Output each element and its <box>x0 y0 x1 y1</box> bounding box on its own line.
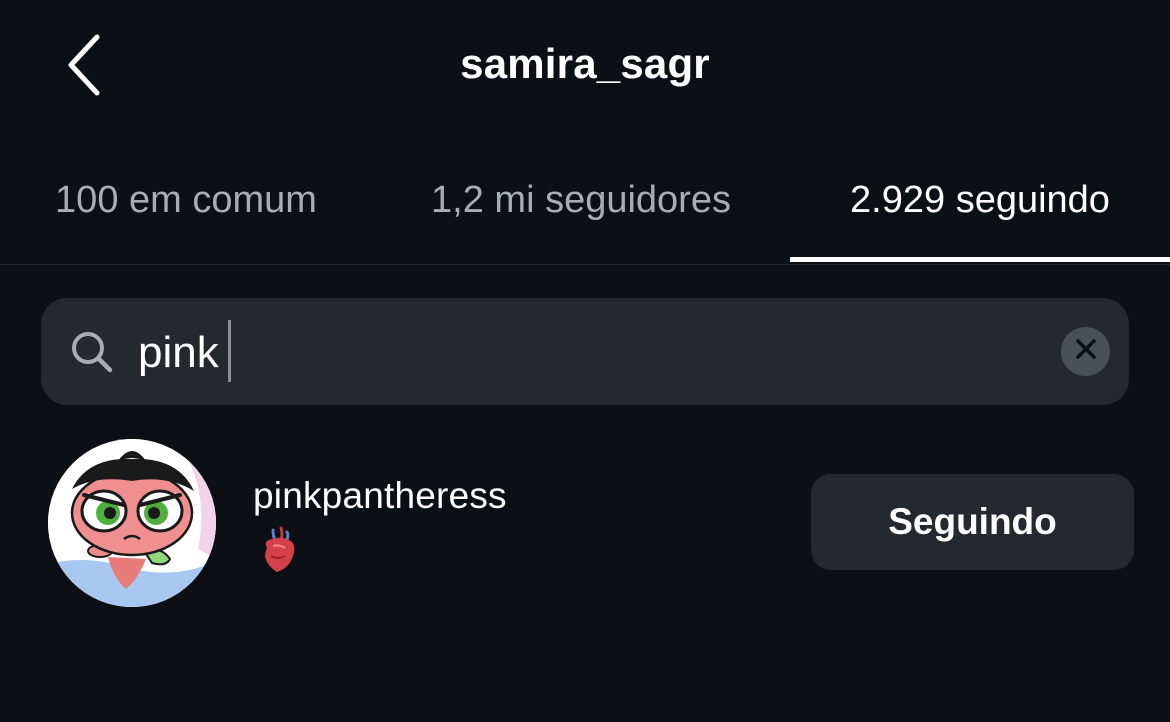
text-cursor <box>228 320 231 382</box>
avatar[interactable] <box>48 439 216 607</box>
list-item[interactable]: pinkpantheress Seguindo <box>0 430 1170 620</box>
username[interactable]: pinkpantheress <box>253 475 507 517</box>
clear-search-button[interactable] <box>1061 327 1110 376</box>
following-screen: samira_sagr 100 em comum 1,2 mi seguidor… <box>0 0 1170 722</box>
anatomical-heart-icon <box>259 526 299 574</box>
back-button[interactable] <box>50 30 120 100</box>
active-tab-indicator <box>790 257 1170 262</box>
tab-following[interactable]: 2.929 seguindo <box>790 140 1170 261</box>
tab-mutual[interactable]: 100 em comum <box>0 140 372 261</box>
chevron-left-icon <box>65 33 105 97</box>
page-title: samira_sagr <box>460 40 710 87</box>
search-icon <box>70 330 114 374</box>
clear-icon <box>1075 338 1097 365</box>
following-button[interactable]: Seguindo <box>811 474 1134 570</box>
tab-followers[interactable]: 1,2 mi seguidores <box>372 140 790 261</box>
search-input[interactable] <box>138 318 1018 388</box>
header: samira_sagr <box>0 0 1170 140</box>
tab-bar: 100 em comum 1,2 mi seguidores 2.929 seg… <box>0 140 1170 265</box>
